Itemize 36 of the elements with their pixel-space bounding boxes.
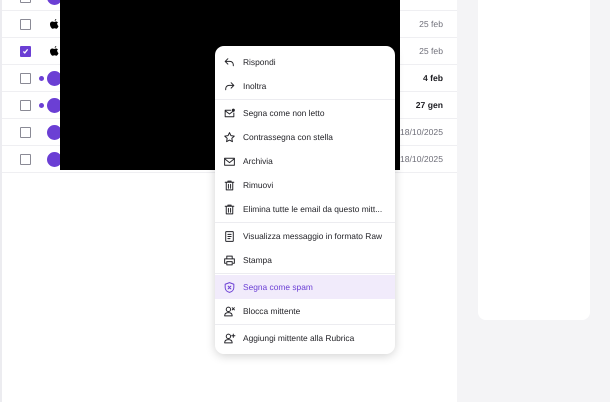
- envelope-dot-icon: [223, 106, 236, 120]
- checkbox[interactable]: [20, 46, 31, 56]
- menu-item[interactable]: Archivia: [215, 149, 395, 173]
- printer-icon: [223, 254, 236, 266]
- menu-item[interactable]: Elimina tutte le email da questo mitt...: [215, 197, 395, 221]
- menu-item[interactable]: Visualizza messaggio in formato Raw: [215, 224, 395, 248]
- person-x-icon: [223, 304, 236, 318]
- shield-x-icon: [223, 280, 236, 294]
- check-icon: [22, 48, 29, 54]
- menu-item[interactable]: Segna come spam: [215, 275, 395, 299]
- message-date: 4 feb: [422, 73, 443, 83]
- menu-item[interactable]: Rispondi: [215, 50, 395, 74]
- checkbox[interactable]: [20, 18, 31, 30]
- message-date: 27 gen: [416, 100, 443, 110]
- trash-icon: [223, 178, 236, 192]
- message-date: 25 feb: [419, 19, 443, 29]
- reply-icon: [223, 56, 236, 68]
- menu-item[interactable]: Blocca mittente: [215, 299, 395, 323]
- menu-item[interactable]: Inoltra: [215, 74, 395, 98]
- checkbox[interactable]: [20, 100, 31, 110]
- menu-item[interactable]: Rimuovi: [215, 173, 395, 197]
- menu-item[interactable]: Stampa: [215, 248, 395, 272]
- menu-item[interactable]: Contrassegna con stella: [215, 125, 395, 149]
- checkbox[interactable]: [20, 126, 31, 138]
- star-icon: [223, 130, 236, 144]
- trash-icon: [223, 202, 236, 216]
- menu-item[interactable]: Aggiungi mittente alla Rubrica: [215, 326, 395, 350]
- checkbox[interactable]: [20, 154, 31, 164]
- message-date: 18/10/2025: [400, 154, 443, 164]
- menu-item[interactable]: Segna come non letto: [215, 101, 395, 125]
- forward-icon: [223, 80, 236, 92]
- message-date: 18/10/2025: [400, 127, 443, 137]
- document-icon: [223, 230, 236, 242]
- person-plus-icon: [223, 332, 236, 344]
- checkbox[interactable]: [20, 72, 31, 84]
- message-date: 25 feb: [419, 46, 443, 56]
